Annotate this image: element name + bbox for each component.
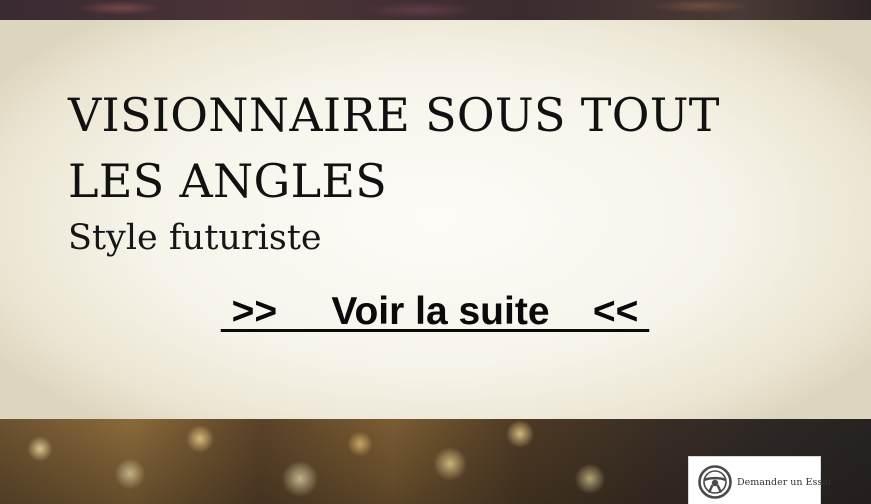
- hero-title: VISIONNAIRE SOUS TOUT LES ANGLES: [68, 88, 720, 208]
- steering-wheel-icon: [698, 465, 732, 499]
- page: VISIONNAIRE SOUS TOUT LES ANGLES Style f…: [0, 0, 871, 504]
- see-more-link[interactable]: >> Voir la suite <<: [200, 287, 670, 337]
- background-photo-top: [0, 0, 871, 20]
- request-trial-label: Demander un Essai: [737, 476, 831, 488]
- hero-subtitle: Style futuriste: [68, 218, 322, 258]
- request-trial-button[interactable]: Demander un Essai: [688, 456, 831, 504]
